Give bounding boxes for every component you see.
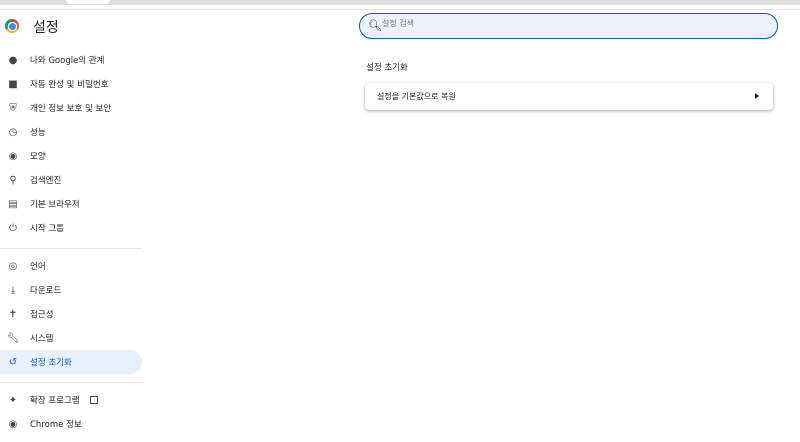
sidebar-item-default-browser[interactable]: ▤ 기본 브라우저 bbox=[0, 192, 142, 216]
puzzle-icon: ✦ bbox=[8, 394, 18, 406]
browser-icon: ▤ bbox=[8, 198, 18, 210]
arrow-right-icon bbox=[755, 93, 759, 99]
sidebar-item-on-startup[interactable]: ⏻ 시작 그룹 bbox=[0, 216, 142, 240]
section-title: 설정 초기화 bbox=[366, 63, 408, 73]
sidebar-item-appearance[interactable]: ◉ 모양 bbox=[0, 144, 142, 168]
sidebar-item-reset-settings[interactable]: ↺ 설정 초기화 bbox=[0, 350, 142, 374]
sidebar-item-about-chrome[interactable]: ◉ Chrome 정보 bbox=[0, 412, 142, 436]
search-icon: 🔍︎ bbox=[368, 19, 382, 32]
shield-icon: ⛨ bbox=[9, 102, 17, 114]
sidebar-item-languages[interactable]: ◎ 언어 bbox=[0, 254, 142, 278]
sidebar: ● 나와 Google의 관계 ■ 자동 완성 및 비밀번호 ⛨ 개인 정보 보호 및… bbox=[0, 48, 142, 436]
speedometer-icon: ◷ bbox=[8, 126, 18, 138]
divider bbox=[0, 248, 142, 249]
clipboard-icon: ■ bbox=[8, 78, 18, 90]
sidebar-item-downloads[interactable]: ⤓ 다운로드 bbox=[0, 278, 142, 302]
sidebar-item-search-engine[interactable]: ⚲ 검색엔진 bbox=[0, 168, 142, 192]
sidebar-item-autofill[interactable]: ■ 자동 완성 및 비밀번호 bbox=[0, 72, 142, 96]
sidebar-item-performance[interactable]: ◷ 성능 bbox=[0, 120, 142, 144]
chrome-logo-icon bbox=[5, 19, 19, 33]
browser-top-strip bbox=[0, 0, 800, 5]
divider bbox=[0, 382, 142, 383]
external-link-icon bbox=[89, 396, 98, 404]
power-icon: ⏻ bbox=[9, 222, 17, 234]
sidebar-item-extensions[interactable]: ✦ 확장 프로그램 bbox=[0, 388, 142, 412]
sidebar-item-you-and-google[interactable]: ● 나와 Google의 관계 bbox=[0, 48, 142, 72]
sidebar-item-system[interactable]: 🔧︎ 시스템 bbox=[0, 326, 142, 350]
palette-icon: ◉ bbox=[8, 150, 18, 162]
search-input[interactable] bbox=[382, 19, 762, 28]
sidebar-item-privacy[interactable]: ⛨ 개인 정보 보호 및 보안 bbox=[0, 96, 142, 120]
person-icon: ● bbox=[8, 54, 18, 66]
divider bbox=[0, 9, 800, 10]
wrench-icon: 🔧︎ bbox=[6, 332, 20, 344]
restore-icon: ↺ bbox=[8, 356, 18, 368]
search-box[interactable]: 🔍︎ bbox=[359, 13, 778, 39]
search-icon: ⚲ bbox=[9, 174, 17, 186]
accessibility-icon: ✝ bbox=[8, 308, 18, 320]
page-title: 설정 bbox=[33, 20, 59, 36]
globe-icon: ◎ bbox=[8, 260, 18, 272]
sidebar-item-accessibility[interactable]: ✝ 접근성 bbox=[0, 302, 142, 326]
restore-defaults-row[interactable]: 설정을 기본값으로 복원 bbox=[365, 83, 773, 110]
chrome-icon: ◉ bbox=[8, 418, 18, 430]
browser-tab[interactable] bbox=[66, 0, 110, 4]
download-icon: ⤓ bbox=[10, 284, 16, 296]
